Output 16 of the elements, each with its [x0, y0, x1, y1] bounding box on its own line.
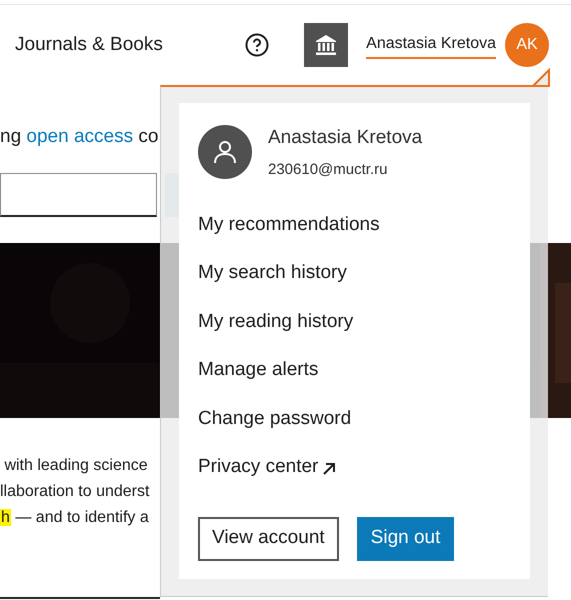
- paragraph-line: h — and to identify a: [0, 508, 149, 528]
- menu-item[interactable]: My search history: [198, 249, 520, 298]
- menu-item[interactable]: My reading history: [198, 298, 520, 346]
- sign-out-button[interactable]: Sign out: [356, 516, 454, 560]
- nav-link[interactable]: Journals & Books: [15, 30, 163, 60]
- user-name-link[interactable]: Anastasia Kretova: [366, 32, 496, 58]
- paragraph-line: llaboration to underst: [0, 482, 150, 502]
- user-name: Anastasia Kretova: [268, 126, 422, 150]
- menu-item[interactable]: Manage alerts: [198, 346, 520, 394]
- menu-item[interactable]: My recommendations: [198, 200, 520, 249]
- paragraph-line: with leading science: [3, 456, 148, 476]
- menu-item[interactable]: Privacy center: [198, 443, 520, 492]
- menu-item[interactable]: Change password: [198, 394, 520, 443]
- view-account-button[interactable]: View account: [198, 516, 339, 560]
- user-email: 230610@muctr.ru: [268, 160, 388, 180]
- open-access-link[interactable]: open access: [26, 126, 134, 147]
